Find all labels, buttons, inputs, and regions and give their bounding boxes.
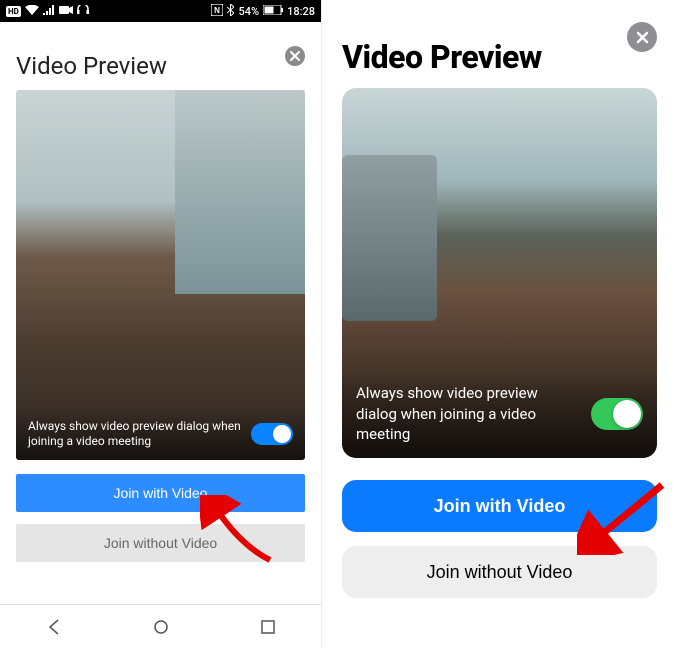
join-with-video-button[interactable]: Join with Video — [342, 480, 657, 532]
header: Video Preview — [322, 0, 677, 88]
close-button[interactable] — [285, 46, 305, 66]
close-icon — [290, 51, 300, 61]
always-show-label: Always show video preview dialog when jo… — [28, 419, 241, 450]
nfc-icon: N — [211, 4, 223, 19]
page-title: Video Preview — [342, 38, 657, 76]
battery-icon — [263, 5, 283, 18]
join-with-video-label: Join with Video — [114, 485, 208, 501]
page-title: Video Preview — [16, 52, 305, 80]
status-time: 18:28 — [287, 5, 315, 18]
video-preview: Always show video preview dialog when jo… — [16, 90, 305, 460]
close-icon — [636, 31, 649, 44]
always-show-label: Always show video preview dialog when jo… — [356, 383, 581, 444]
svg-text:N: N — [215, 6, 221, 15]
button-group: Join with Video Join without Video — [0, 460, 321, 562]
android-screen: HD N 54% 18:28 Video Preview — [0, 0, 322, 648]
recents-button[interactable] — [260, 619, 276, 635]
join-with-video-button[interactable]: Join with Video — [16, 474, 305, 512]
camera-icon — [59, 5, 73, 18]
status-bar: HD N 54% 18:28 — [0, 0, 321, 22]
join-without-video-button[interactable]: Join without Video — [342, 546, 657, 598]
battery-percent: 54% — [238, 5, 259, 18]
ios-screen: Video Preview Always show video preview … — [322, 0, 677, 648]
always-show-toggle[interactable] — [251, 423, 293, 445]
video-preview: Always show video preview dialog when jo… — [342, 88, 657, 458]
wifi-icon — [25, 5, 39, 18]
close-button[interactable] — [627, 22, 657, 52]
preview-overlay: Always show video preview dialog when jo… — [16, 409, 305, 460]
join-without-video-label: Join without Video — [104, 535, 217, 551]
join-with-video-label: Join with Video — [434, 496, 566, 517]
signal-icon — [43, 5, 55, 18]
join-without-video-button[interactable]: Join without Video — [16, 524, 305, 562]
button-group: Join with Video Join without Video — [322, 458, 677, 598]
home-button[interactable] — [152, 618, 170, 636]
headphone-icon — [77, 5, 89, 18]
bluetooth-icon — [227, 4, 234, 19]
always-show-toggle[interactable] — [591, 398, 643, 430]
hd-icon: HD — [6, 6, 21, 17]
join-without-video-label: Join without Video — [427, 562, 573, 583]
header: Video Preview — [0, 22, 321, 90]
back-button[interactable] — [45, 618, 63, 636]
preview-overlay: Always show video preview dialog when jo… — [342, 371, 657, 458]
android-nav-bar — [0, 604, 321, 648]
